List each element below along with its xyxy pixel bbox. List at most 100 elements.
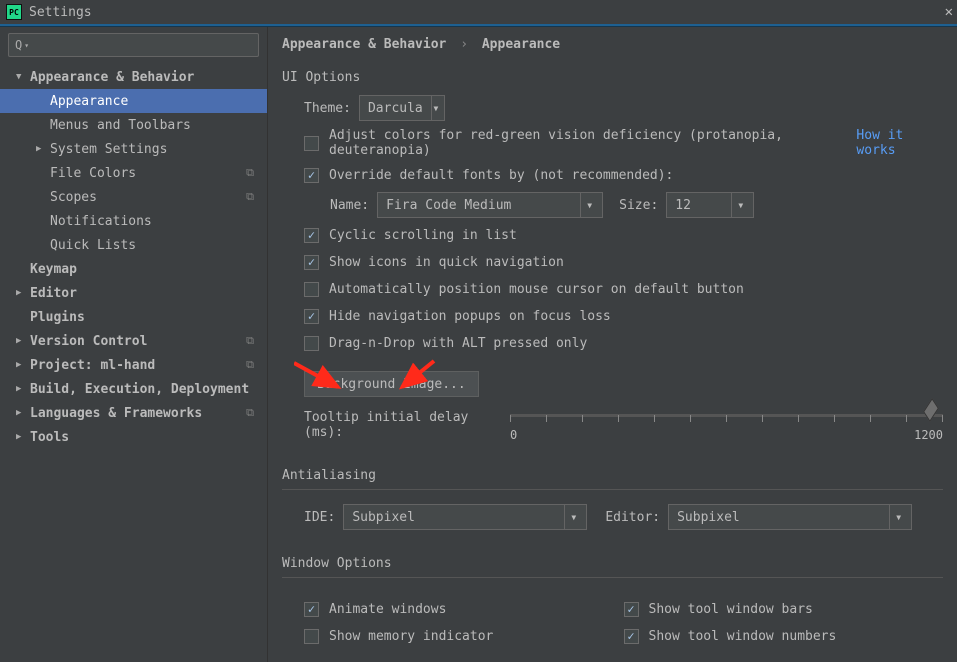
sidebar-item-file-colors[interactable]: File Colors⧉ [0,161,267,185]
sidebar-item-label: Project: ml-hand [30,358,243,373]
sidebar-item-label: Keymap [30,262,257,277]
tooltip-delay-label: Tooltip initial delay (ms): [304,404,510,440]
show-toolbars-checkbox[interactable] [624,602,639,617]
project-badge-icon: ⧉ [243,166,257,180]
sidebar-item-label: Plugins [30,310,257,325]
chevron-down-icon: ▼ [580,193,598,217]
sidebar-item-notifications[interactable]: Notifications [0,209,267,233]
theme-value: Darcula [368,101,423,116]
show-numbers-checkbox[interactable] [624,629,639,644]
project-badge-icon: ⧉ [243,358,257,372]
chevron-down-icon: ▾ [24,41,29,50]
cyclic-scrolling-checkbox[interactable] [304,228,319,243]
hide-nav-label: Hide navigation popups on focus loss [329,309,611,324]
tooltip-delay-slider[interactable] [510,404,943,426]
theme-label: Theme: [304,101,351,116]
show-icons-label: Show icons in quick navigation [329,255,564,270]
editor-aa-select[interactable]: Subpixel ▼ [668,504,912,530]
sidebar-item-label: Appearance [50,94,257,109]
chevron-down-icon: ▼ [731,193,749,217]
expander-icon: ▶ [16,288,30,298]
expander-icon: ▶ [16,432,30,442]
sidebar-item-project-ml-hand[interactable]: ▶Project: ml-hand⧉ [0,353,267,377]
show-memory-checkbox[interactable] [304,629,319,644]
sidebar-item-label: Menus and Toolbars [50,118,257,133]
sidebar-item-keymap[interactable]: Keymap [0,257,267,281]
editor-aa-value: Subpixel [677,510,881,525]
ui-options-header: UI Options [282,70,943,85]
sidebar-item-menus-and-toolbars[interactable]: Menus and Toolbars [0,113,267,137]
font-name-label: Name: [330,198,369,213]
sidebar-item-system-settings[interactable]: ▶System Settings [0,137,267,161]
window-title: Settings [29,5,92,20]
chevron-down-icon: ▼ [564,505,582,529]
breadcrumb-parent: Appearance & Behavior [282,37,446,52]
dnd-alt-label: Drag-n-Drop with ALT pressed only [329,336,587,351]
show-toolbars-label: Show tool window bars [649,602,813,617]
breadcrumb-separator: › [460,37,468,52]
sidebar: Q▾ ▼Appearance & Behavior Appearance Menus… [0,27,268,662]
font-size-select[interactable]: 12 ▼ [666,192,754,218]
theme-select[interactable]: Darcula ▼ [359,95,445,121]
sidebar-item-build-execution-deployment[interactable]: ▶Build, Execution, Deployment [0,377,267,401]
search-icon: Q [15,38,22,52]
sidebar-item-label: Tools [30,430,257,445]
sidebar-item-label: Version Control [30,334,243,349]
font-size-label: Size: [619,198,658,213]
font-name-select[interactable]: Fira Code Medium ▼ [377,192,603,218]
cyclic-scrolling-label: Cyclic scrolling in list [329,228,517,243]
auto-mouse-checkbox[interactable] [304,282,319,297]
slider-min: 0 [510,428,517,442]
search-input[interactable]: Q▾ [8,33,259,57]
sidebar-item-scopes[interactable]: Scopes⧉ [0,185,267,209]
sidebar-item-label: File Colors [50,166,243,181]
how-it-works-link[interactable]: How it works [856,128,943,158]
breadcrumb-current: Appearance [482,37,560,52]
breadcrumb: Appearance & Behavior › Appearance [282,37,943,52]
expander-icon: ▶ [36,144,50,154]
ide-aa-value: Subpixel [352,510,556,525]
sidebar-item-label: Quick Lists [50,238,257,253]
background-image-button[interactable]: Background Image... [304,371,479,397]
project-badge-icon: ⧉ [243,334,257,348]
project-badge-icon: ⧉ [243,190,257,204]
sidebar-item-version-control[interactable]: ▶Version Control⧉ [0,329,267,353]
font-size-value: 12 [675,198,723,213]
chevron-down-icon: ▼ [431,96,440,120]
close-icon[interactable]: ✕ [945,4,953,20]
animate-windows-label: Animate windows [329,602,446,617]
window-options-header: Window Options [282,556,943,578]
auto-mouse-label: Automatically position mouse cursor on d… [329,282,744,297]
dnd-alt-checkbox[interactable] [304,336,319,351]
sidebar-item-plugins[interactable]: Plugins [0,305,267,329]
sidebar-item-appearance[interactable]: Appearance [0,89,267,113]
animate-windows-checkbox[interactable] [304,602,319,617]
sidebar-item-languages-frameworks[interactable]: ▶Languages & Frameworks⧉ [0,401,267,425]
sidebar-item-label: Languages & Frameworks [30,406,243,421]
project-badge-icon: ⧉ [243,406,257,420]
sidebar-item-label: Appearance & Behavior [30,70,257,85]
show-memory-label: Show memory indicator [329,629,493,644]
background-image-button-label: Background Image... [317,377,466,392]
show-numbers-label: Show tool window numbers [649,629,837,644]
font-name-value: Fira Code Medium [386,198,572,213]
editor-aa-label: Editor: [605,510,660,525]
ide-aa-select[interactable]: Subpixel ▼ [343,504,587,530]
sidebar-item-label: Notifications [50,214,257,229]
expander-icon: ▶ [16,384,30,394]
sidebar-item-tools[interactable]: ▶Tools [0,425,267,449]
sidebar-item-label: Build, Execution, Deployment [30,382,257,397]
sidebar-item-appearance-behavior[interactable]: ▼Appearance & Behavior [0,65,267,89]
adjust-colors-label: Adjust colors for red-green vision defic… [329,128,848,158]
sidebar-item-quick-lists[interactable]: Quick Lists [0,233,267,257]
expander-icon: ▼ [16,72,30,82]
expander-icon: ▶ [16,336,30,346]
sidebar-item-editor[interactable]: ▶Editor [0,281,267,305]
show-icons-checkbox[interactable] [304,255,319,270]
override-fonts-checkbox[interactable] [304,168,319,183]
expander-icon: ▶ [16,360,30,370]
adjust-colors-checkbox[interactable] [304,136,319,151]
hide-nav-checkbox[interactable] [304,309,319,324]
expander-icon: ▶ [16,408,30,418]
slider-max: 1200 [914,428,943,442]
